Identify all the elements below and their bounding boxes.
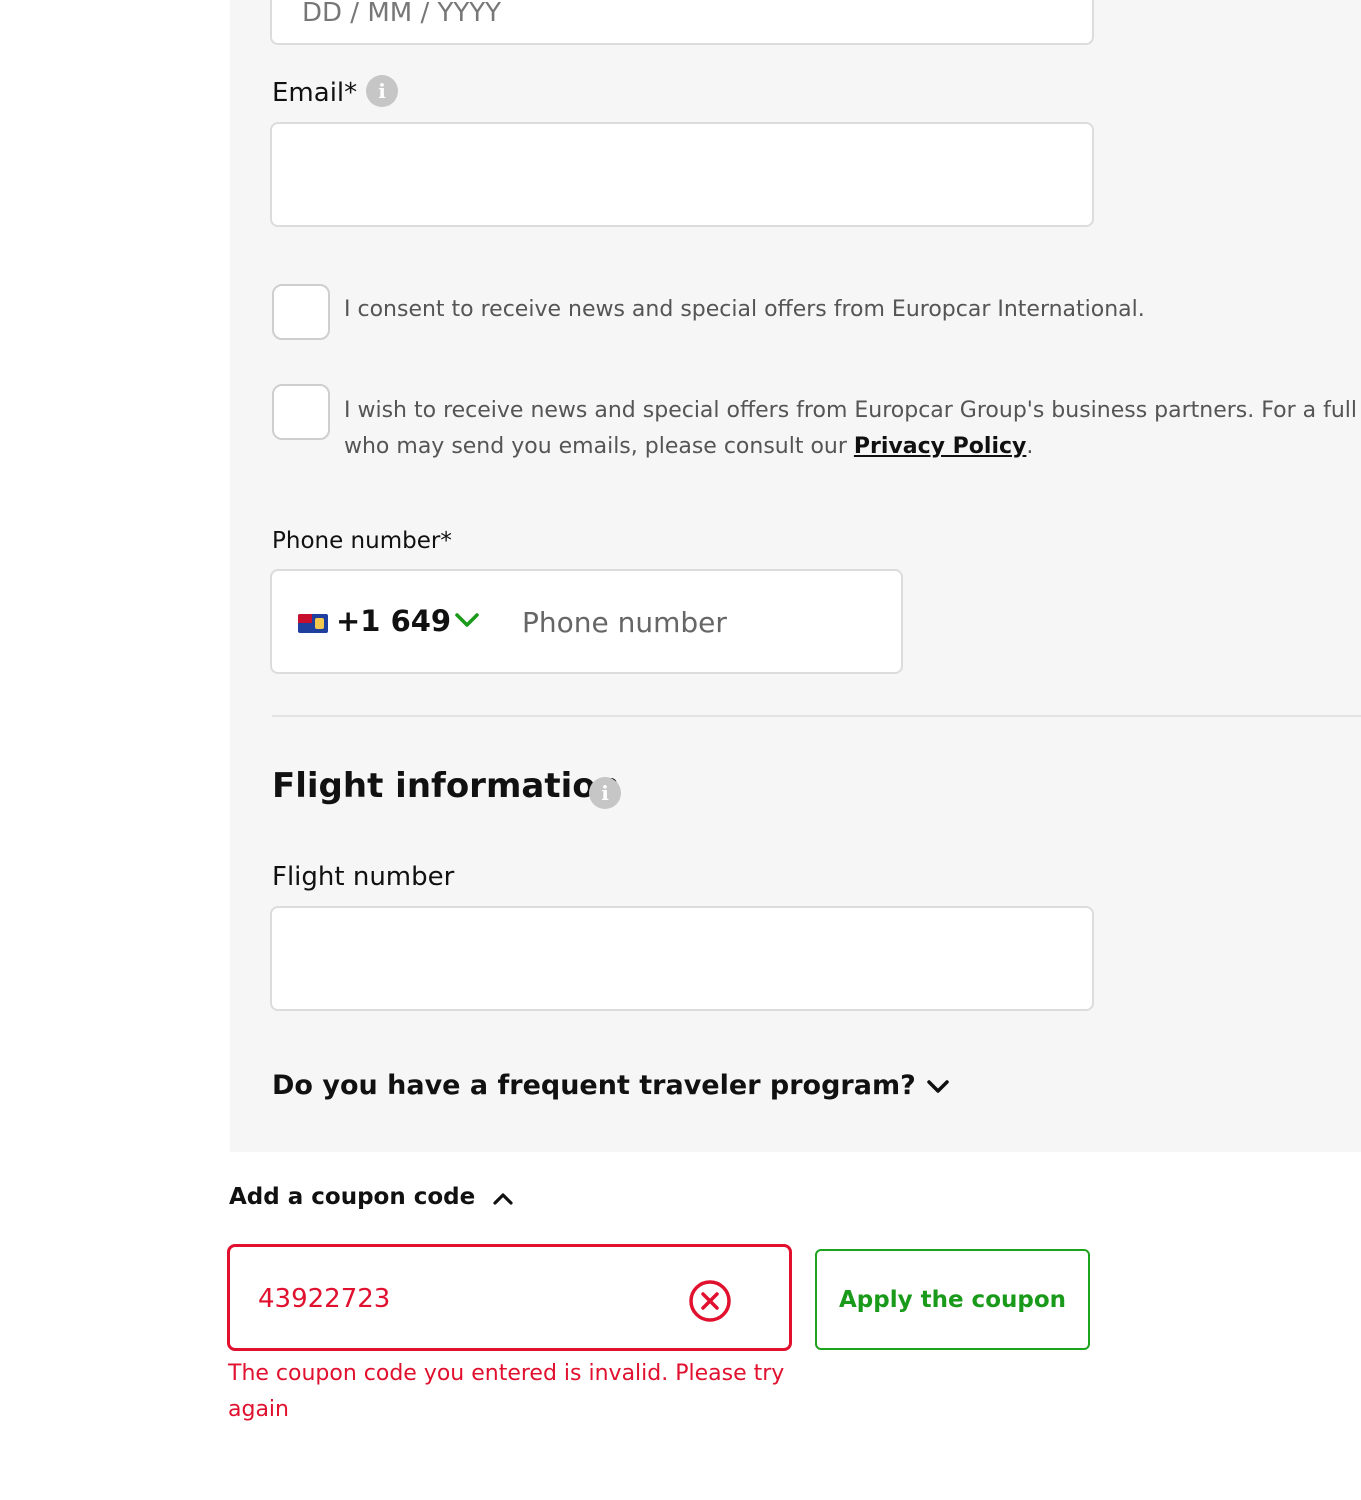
- chevron-up-icon: [493, 1192, 513, 1205]
- turks-and-caicos-flag-icon[interactable]: [298, 614, 328, 633]
- flight-number-input[interactable]: [270, 906, 1094, 1011]
- phone-number-label: Phone number*: [272, 528, 452, 554]
- phone-number-field: +1 649 Phone number: [270, 569, 903, 674]
- frequent-traveler-label: Do you have a frequent traveler program?: [272, 1070, 916, 1101]
- apply-coupon-button[interactable]: Apply the coupon: [815, 1249, 1090, 1350]
- consent-europcar-label: I consent to receive news and special of…: [344, 297, 1145, 322]
- flight-number-label: Flight number: [272, 862, 455, 892]
- consent-partners-label: I wish to receive news and special offer…: [344, 393, 1357, 429]
- consent-partners-checkbox[interactable]: [272, 384, 330, 440]
- clear-input-icon[interactable]: [687, 1278, 733, 1324]
- country-dial-code[interactable]: +1 649: [336, 604, 451, 638]
- coupon-toggle-label: Add a coupon code: [229, 1184, 476, 1210]
- coupon-code-input[interactable]: 43922723: [227, 1244, 792, 1351]
- coupon-code-value: 43922723: [258, 1284, 391, 1314]
- consent-partners-line2: who may send you emails, please consult …: [344, 429, 1033, 465]
- frequent-traveler-toggle[interactable]: Do you have a frequent traveler program?: [272, 1070, 951, 1101]
- coupon-error-message: The coupon code you entered is invalid. …: [228, 1361, 785, 1422]
- date-of-birth-input[interactable]: DD / MM / YYYY: [270, 0, 1094, 45]
- privacy-policy-link[interactable]: Privacy Policy: [854, 434, 1026, 459]
- flag-canton: [298, 614, 312, 623]
- consent-partners-line2-prefix: who may send you emails, please consult …: [344, 434, 854, 459]
- email-input[interactable]: [270, 122, 1094, 227]
- chevron-down-icon[interactable]: [454, 611, 480, 631]
- consent-partners-line2-suffix: .: [1026, 434, 1034, 459]
- chevron-down-icon: [927, 1079, 949, 1093]
- email-label: Email*: [272, 78, 358, 108]
- consent-europcar-checkbox[interactable]: [272, 284, 330, 340]
- flag-badge: [315, 618, 324, 629]
- flight-info-icon[interactable]: i: [589, 777, 621, 809]
- flight-information-title: Flight information: [272, 766, 620, 806]
- section-divider: [272, 715, 1361, 717]
- email-info-icon[interactable]: i: [366, 75, 398, 107]
- consent-partners-line1: I wish to receive news and special offer…: [344, 398, 1358, 423]
- phone-number-input[interactable]: Phone number: [522, 606, 727, 639]
- coupon-toggle[interactable]: Add a coupon code: [229, 1184, 519, 1210]
- date-of-birth-placeholder: DD / MM / YYYY: [302, 0, 502, 28]
